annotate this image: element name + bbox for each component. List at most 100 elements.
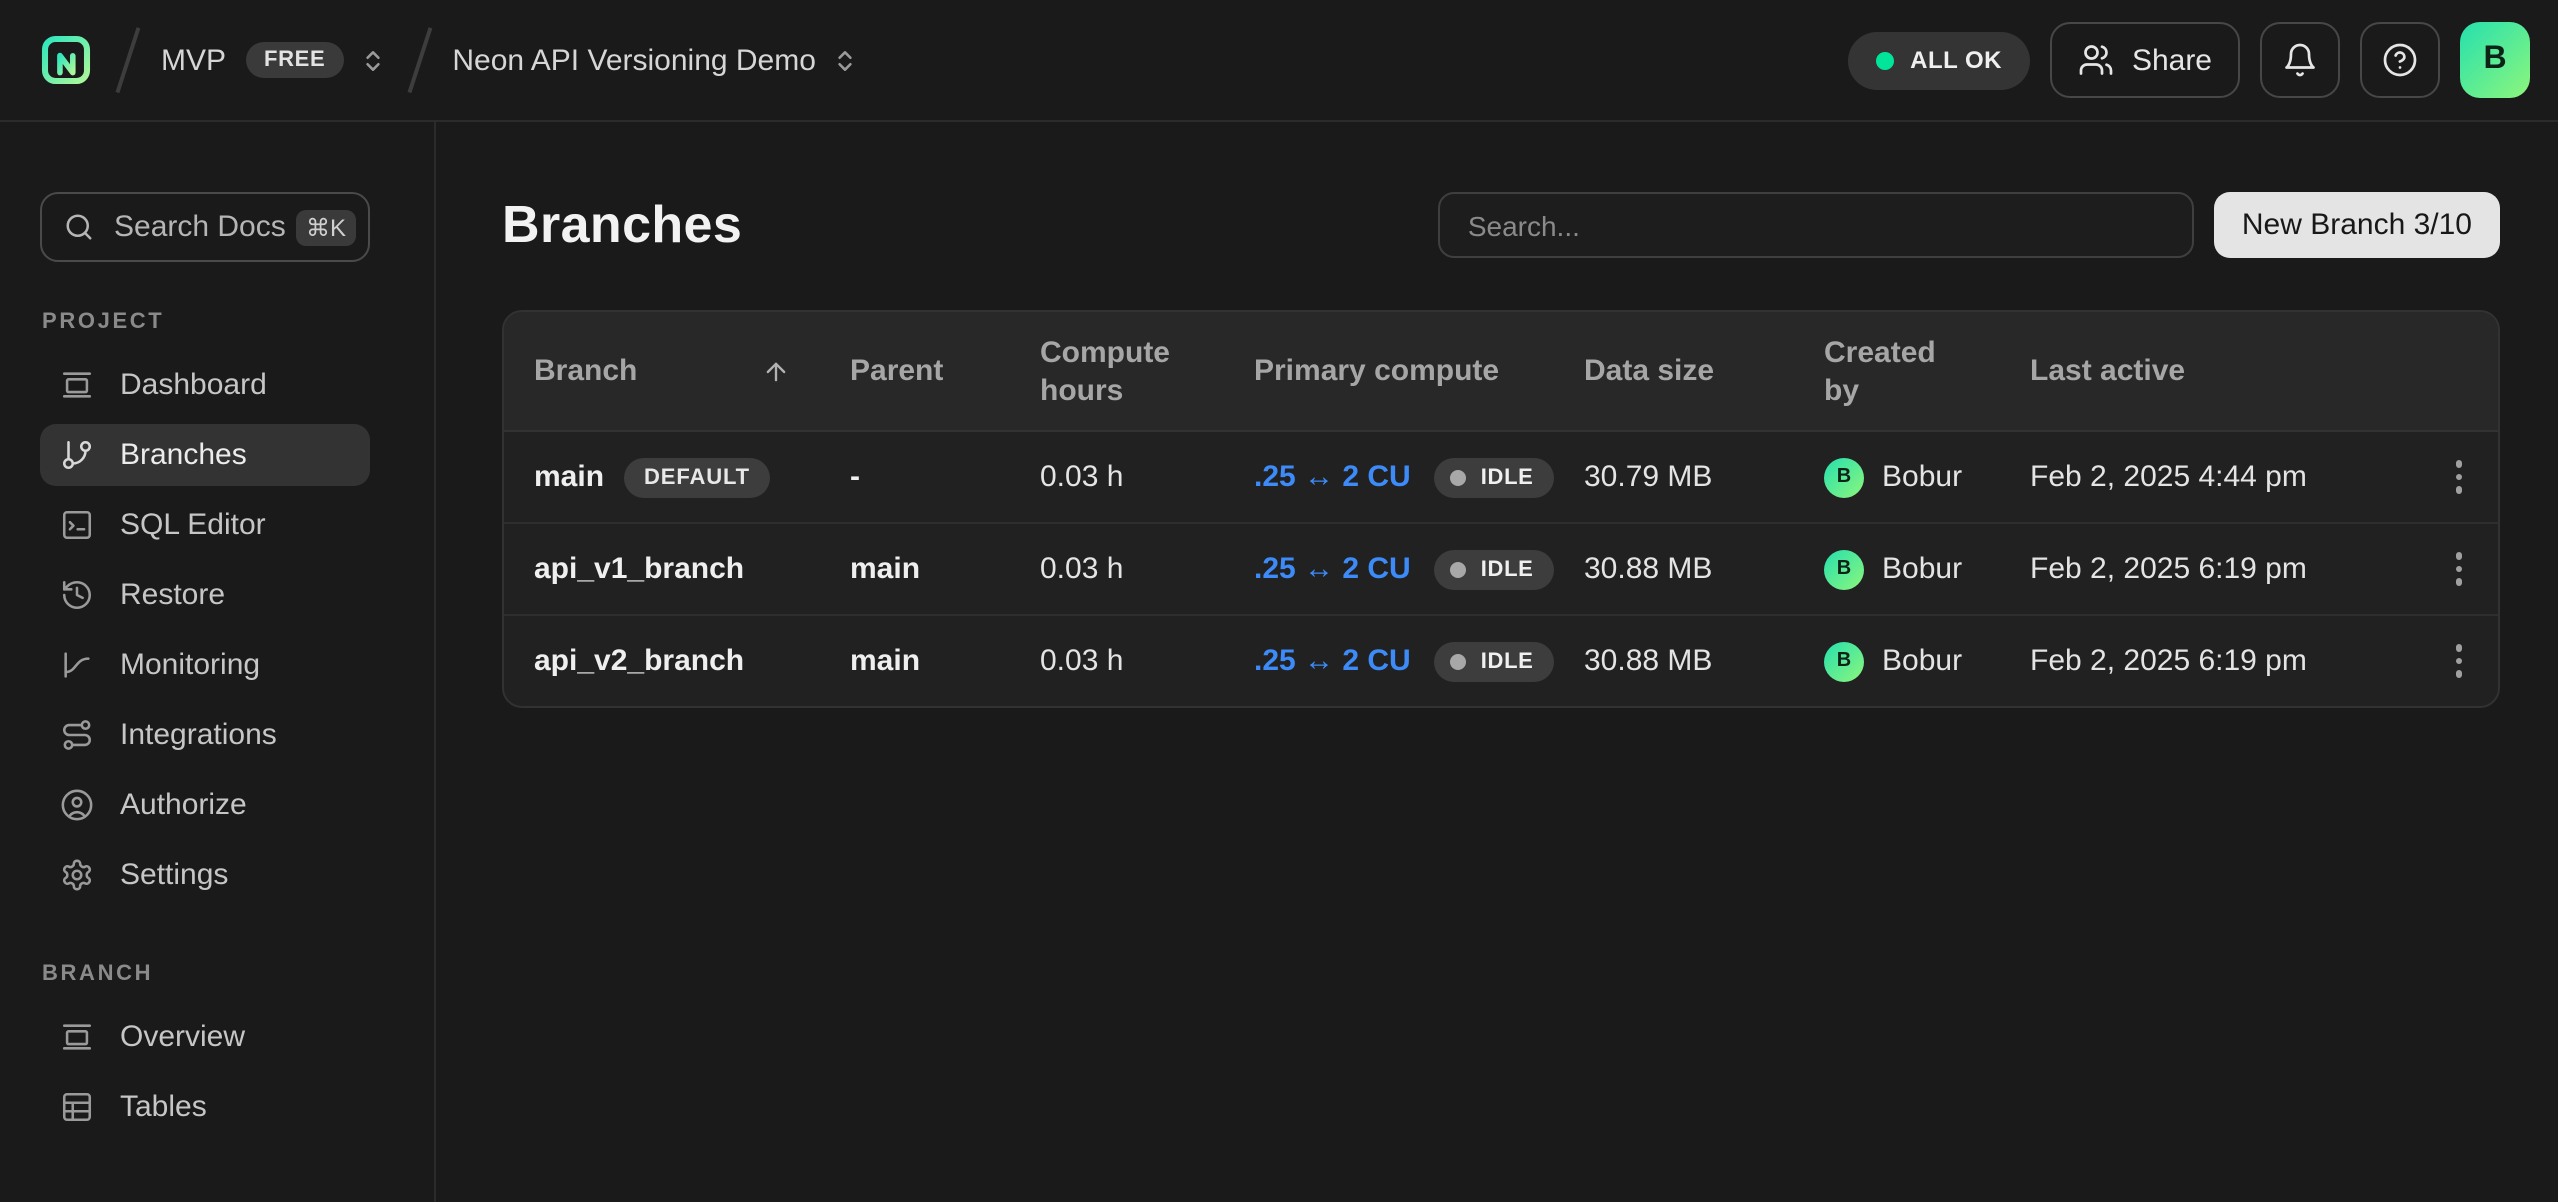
route-icon	[60, 718, 94, 752]
page-title: Branches	[502, 194, 742, 256]
gear-icon	[60, 858, 94, 892]
topbar: MVP FREE Neon API Versioning Demo ALL OK	[0, 0, 2558, 122]
primary-compute-value: .25 ↔ 2 CU	[1254, 644, 1411, 678]
search-docs-button[interactable]: Search Docs ⌘K	[40, 192, 370, 262]
status-badge[interactable]: ALL OK	[1848, 31, 2030, 89]
breadcrumb-slash	[116, 27, 140, 93]
parent-branch: main	[850, 552, 920, 586]
notifications-button[interactable]	[2260, 22, 2340, 98]
row-menu-button[interactable]	[2447, 637, 2470, 686]
primary-compute-value: .25 ↔ 2 CU	[1254, 552, 1411, 586]
section-label-project: PROJECT	[42, 310, 370, 334]
help-circle-icon	[2382, 42, 2418, 78]
branch-name: api_v2_branch	[534, 644, 744, 678]
chevrons-up-down-icon	[832, 47, 858, 73]
data-size: 30.88 MB	[1584, 552, 1712, 586]
sidebar: Search Docs ⌘K PROJECT Dashboard Branche…	[0, 122, 436, 1202]
sidebar-item-dashboard[interactable]: Dashboard	[40, 354, 370, 416]
sidebar-item-tables[interactable]: Tables	[40, 1076, 370, 1138]
column-header-data-size: Data size	[1584, 352, 1824, 390]
branch-name: api_v1_branch	[534, 552, 744, 586]
compute-hours: 0.03 h	[1040, 552, 1123, 586]
last-active: Feb 2, 2025 6:19 pm	[2030, 552, 2307, 586]
row-menu-button[interactable]	[2447, 545, 2470, 594]
sidebar-item-sql-editor[interactable]: SQL Editor	[40, 494, 370, 556]
breadcrumb-slash	[407, 27, 431, 93]
table-row[interactable]: main DEFAULT - 0.03 h .25 ↔ 2 CU IDLE 30…	[504, 432, 2498, 522]
section-label-branch: BRANCH	[42, 962, 370, 986]
sidebar-item-integrations[interactable]: Integrations	[40, 704, 370, 766]
column-header-created-by: Created by	[1824, 333, 2030, 409]
help-button[interactable]	[2360, 22, 2440, 98]
sidebar-item-branches[interactable]: Branches	[40, 424, 370, 486]
project-switcher[interactable]: Neon API Versioning Demo	[452, 43, 858, 77]
sidebar-item-monitoring[interactable]: Monitoring	[40, 634, 370, 696]
compute-state-badge: IDLE	[1435, 549, 1554, 589]
status-dot-icon	[1876, 51, 1894, 69]
project-name: Neon API Versioning Demo	[452, 43, 816, 77]
parent-branch: -	[850, 460, 860, 494]
user-circle-icon	[60, 788, 94, 822]
column-header-last-active: Last active	[2030, 352, 2414, 390]
column-header-branch[interactable]: Branch	[534, 352, 850, 390]
row-menu-button[interactable]	[2447, 453, 2470, 502]
search-docs-label: Search Docs	[114, 210, 286, 244]
chart-spline-icon	[60, 648, 94, 682]
git-branch-icon	[60, 438, 94, 472]
terminal-icon	[60, 508, 94, 542]
idle-dot-icon	[1451, 653, 1467, 669]
last-active: Feb 2, 2025 6:19 pm	[2030, 644, 2307, 678]
sort-arrow-up-icon	[761, 357, 789, 385]
table-icon	[60, 1090, 94, 1124]
default-badge: DEFAULT	[624, 457, 770, 497]
org-switcher[interactable]: MVP FREE	[161, 42, 385, 78]
column-header-compute-hours: Compute hours	[1040, 333, 1254, 409]
compute-state-badge: IDLE	[1435, 457, 1554, 497]
keyboard-shortcut: ⌘K	[296, 209, 356, 245]
users-icon	[2078, 42, 2114, 78]
chevrons-up-down-icon	[359, 47, 385, 73]
history-icon	[60, 578, 94, 612]
data-size: 30.88 MB	[1584, 644, 1712, 678]
creator-name: Bobur	[1882, 644, 1962, 678]
bell-icon	[2282, 42, 2318, 78]
primary-compute-value: .25 ↔ 2 CU	[1254, 460, 1411, 494]
dashboard-icon	[60, 368, 94, 402]
table-header-row: Branch Parent Compute hours Primary comp…	[504, 312, 2498, 432]
creator-name: Bobur	[1882, 552, 1962, 586]
org-name: MVP	[161, 43, 226, 77]
compute-hours: 0.03 h	[1040, 460, 1123, 494]
column-header-parent: Parent	[850, 352, 1040, 390]
parent-branch: main	[850, 644, 920, 678]
idle-dot-icon	[1451, 469, 1467, 485]
main-content: Branches New Branch 3/10 Branch Parent C…	[436, 122, 2558, 1202]
compute-state-badge: IDLE	[1435, 641, 1554, 681]
user-avatar[interactable]: B	[2460, 22, 2530, 98]
sidebar-item-settings[interactable]: Settings	[40, 844, 370, 906]
new-branch-button[interactable]: New Branch 3/10	[2214, 192, 2500, 258]
table-row[interactable]: api_v2_branch main 0.03 h .25 ↔ 2 CU IDL…	[504, 614, 2498, 706]
column-header-primary-compute: Primary compute	[1254, 352, 1584, 390]
window-icon	[60, 1020, 94, 1054]
idle-dot-icon	[1451, 561, 1467, 577]
status-label: ALL OK	[1910, 46, 2002, 74]
table-row[interactable]: api_v1_branch main 0.03 h .25 ↔ 2 CU IDL…	[504, 522, 2498, 614]
creator-avatar: B	[1824, 457, 1864, 497]
share-button[interactable]: Share	[2050, 22, 2240, 98]
data-size: 30.79 MB	[1584, 460, 1712, 494]
creator-name: Bobur	[1882, 460, 1962, 494]
sidebar-item-restore[interactable]: Restore	[40, 564, 370, 626]
breadcrumb: MVP FREE Neon API Versioning Demo	[38, 26, 858, 94]
search-icon	[64, 212, 94, 242]
neon-logo[interactable]	[38, 32, 94, 88]
sidebar-item-overview[interactable]: Overview	[40, 1006, 370, 1068]
topbar-actions: ALL OK Share B	[1848, 22, 2530, 98]
compute-hours: 0.03 h	[1040, 644, 1123, 678]
sidebar-item-authorize[interactable]: Authorize	[40, 774, 370, 836]
creator-avatar: B	[1824, 641, 1864, 681]
branch-search-input[interactable]	[1438, 192, 2194, 258]
branch-name: main	[534, 460, 604, 494]
app-root: MVP FREE Neon API Versioning Demo ALL OK	[0, 0, 2558, 1202]
last-active: Feb 2, 2025 4:44 pm	[2030, 460, 2307, 494]
branches-table: Branch Parent Compute hours Primary comp…	[502, 310, 2500, 708]
